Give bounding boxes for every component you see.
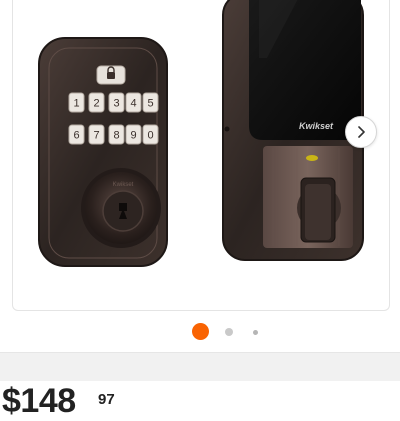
svg-text:1: 1 (73, 98, 79, 110)
price-dollars: $148 (2, 382, 76, 420)
svg-text:2: 2 (93, 98, 99, 110)
svg-text:3: 3 (113, 98, 119, 110)
product-image[interactable]: 1 2 3 4 5 6 7 8 9 0 Kwikset Kwikset (12, 0, 390, 311)
svg-text:Kwikset: Kwikset (113, 182, 134, 188)
brand-logo: Kwikset (299, 121, 334, 131)
interior-unit: Kwikset (222, 0, 364, 261)
pagination-dot[interactable] (253, 330, 258, 335)
exterior-keypad-unit: 1 2 3 4 5 6 7 8 9 0 Kwikset (38, 37, 168, 267)
section-divider (0, 352, 400, 381)
price: $148 97 (0, 381, 400, 421)
pagination-dot[interactable] (225, 328, 233, 336)
svg-text:7: 7 (93, 130, 99, 142)
image-pagination-dots (0, 323, 400, 341)
svg-text:5: 5 (147, 98, 153, 110)
next-image-button[interactable] (345, 116, 377, 148)
product-image-gallery: 1 2 3 4 5 6 7 8 9 0 Kwikset Kwikset (0, 0, 400, 350)
chevron-right-icon (358, 126, 365, 138)
svg-text:8: 8 (113, 130, 119, 142)
deadbolt-lock-illustration: 1 2 3 4 5 6 7 8 9 0 Kwikset Kwikset (38, 0, 364, 267)
svg-text:0: 0 (147, 130, 153, 142)
svg-text:4: 4 (130, 98, 136, 110)
svg-text:6: 6 (73, 130, 79, 142)
svg-text:9: 9 (130, 130, 136, 142)
pagination-dot-active[interactable] (192, 323, 209, 340)
